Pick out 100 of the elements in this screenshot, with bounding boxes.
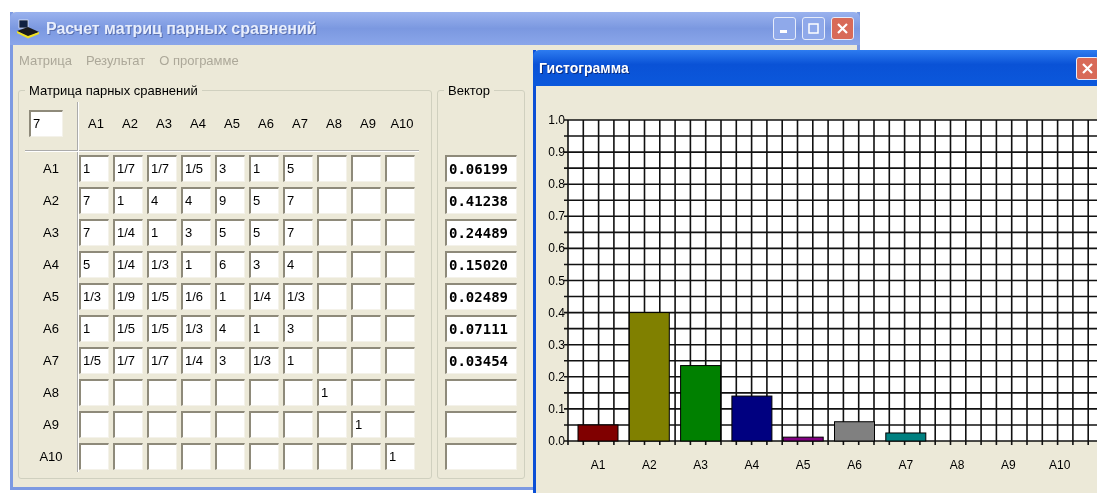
matrix-input-field[interactable] (147, 410, 177, 438)
matrix-input-field[interactable] (351, 346, 381, 374)
matrix-input-field[interactable]: 1/3 (147, 250, 177, 278)
matrix-input-field[interactable] (147, 378, 177, 406)
matrix-input-field[interactable] (249, 378, 279, 406)
matrix-input-field[interactable] (351, 250, 381, 278)
matrix-input-field[interactable]: 7 (79, 218, 109, 246)
matrix-input-field[interactable]: 1/3 (181, 314, 211, 342)
matrix-input-field[interactable] (317, 250, 347, 278)
matrix-input-field[interactable]: 1/9 (113, 282, 143, 310)
matrix-input-field[interactable]: 1 (79, 154, 109, 182)
matrix-input-field[interactable]: 5 (249, 186, 279, 214)
vector-value-field[interactable]: 0.24489 (445, 218, 517, 246)
matrix-input-field[interactable] (351, 218, 381, 246)
vector-value-field[interactable] (445, 410, 517, 438)
matrix-input-field[interactable]: 4 (283, 250, 313, 278)
matrix-input-field[interactable] (317, 442, 347, 470)
matrix-input-field[interactable]: 1 (79, 314, 109, 342)
close-button[interactable] (831, 17, 854, 40)
matrix-input-field[interactable]: 3 (215, 346, 245, 374)
matrix-input-field[interactable]: 7 (79, 186, 109, 214)
matrix-input-field[interactable]: 1 (249, 314, 279, 342)
vector-value-field[interactable]: 0.07111 (445, 314, 517, 342)
vector-value-field[interactable]: 0.03454 (445, 346, 517, 374)
matrix-input-field[interactable]: 1/3 (79, 282, 109, 310)
matrix-input-field[interactable] (317, 282, 347, 310)
matrix-input-field[interactable] (317, 314, 347, 342)
matrix-input-field[interactable]: 1/7 (147, 154, 177, 182)
matrix-input-field[interactable] (385, 250, 415, 278)
maximize-button[interactable] (802, 17, 825, 40)
matrix-input-field[interactable]: 4 (215, 314, 245, 342)
matrix-input-field[interactable] (113, 410, 143, 438)
matrix-input-field[interactable] (351, 378, 381, 406)
matrix-input-field[interactable]: 1/4 (249, 282, 279, 310)
matrix-input-field[interactable] (351, 314, 381, 342)
matrix-input-field[interactable] (385, 218, 415, 246)
matrix-input-field[interactable]: 1 (385, 442, 415, 470)
matrix-input-field[interactable] (385, 378, 415, 406)
matrix-input-field[interactable] (385, 154, 415, 182)
matrix-input-field[interactable]: 3 (283, 314, 313, 342)
matrix-input-field[interactable] (317, 346, 347, 374)
matrix-input-field[interactable]: 1 (113, 186, 143, 214)
matrix-input-field[interactable] (351, 154, 381, 182)
matrix-input-field[interactable] (385, 314, 415, 342)
matrix-input-field[interactable]: 1/4 (113, 250, 143, 278)
matrix-input-field[interactable]: 4 (147, 186, 177, 214)
matrix-input-field[interactable] (147, 442, 177, 470)
matrix-input-field[interactable] (113, 378, 143, 406)
matrix-input-field[interactable] (181, 378, 211, 406)
matrix-input-field[interactable] (215, 410, 245, 438)
matrix-input-field[interactable]: 1 (351, 410, 381, 438)
matrix-input-field[interactable]: 1/5 (113, 314, 143, 342)
matrix-input-field[interactable]: 1/4 (113, 218, 143, 246)
vector-value-field[interactable] (445, 442, 517, 470)
vector-value-field[interactable]: 0.41238 (445, 186, 517, 214)
matrix-input-field[interactable]: 9 (215, 186, 245, 214)
matrix-input-field[interactable]: 1/5 (147, 282, 177, 310)
matrix-input-field[interactable]: 1 (181, 250, 211, 278)
matrix-input-field[interactable]: 1/6 (181, 282, 211, 310)
matrix-input-field[interactable] (79, 378, 109, 406)
matrix-input-field[interactable] (215, 378, 245, 406)
matrix-input-field[interactable] (113, 442, 143, 470)
vector-value-field[interactable]: 0.02489 (445, 282, 517, 310)
matrix-input-field[interactable] (385, 346, 415, 374)
vector-value-field[interactable]: 0.06199 (445, 154, 517, 182)
matrix-input-field[interactable]: 3 (181, 218, 211, 246)
matrix-input-field[interactable]: 1/5 (181, 154, 211, 182)
matrix-input-field[interactable] (385, 410, 415, 438)
matrix-input-field[interactable]: 1/5 (147, 314, 177, 342)
matrix-input-field[interactable]: 1/4 (181, 346, 211, 374)
matrix-input-field[interactable]: 1/7 (113, 154, 143, 182)
matrix-input-field[interactable]: 5 (283, 154, 313, 182)
matrix-input-field[interactable]: 3 (215, 154, 245, 182)
matrix-input-field[interactable] (385, 282, 415, 310)
matrix-input-field[interactable] (351, 186, 381, 214)
vector-value-field[interactable]: 0.15020 (445, 250, 517, 278)
matrix-input-field[interactable] (317, 186, 347, 214)
matrix-input-field[interactable]: 1/7 (113, 346, 143, 374)
matrix-input-field[interactable]: 6 (215, 250, 245, 278)
matrix-input-field[interactable] (249, 410, 279, 438)
matrix-input-field[interactable] (79, 442, 109, 470)
matrix-input-field[interactable]: 3 (249, 250, 279, 278)
matrix-input-field[interactable]: 1 (283, 346, 313, 374)
matrix-input-field[interactable]: 1 (249, 154, 279, 182)
matrix-input-field[interactable] (351, 282, 381, 310)
matrix-input-field[interactable]: 4 (181, 186, 211, 214)
matrix-input-field[interactable] (317, 218, 347, 246)
matrix-input-field[interactable]: 1/5 (79, 346, 109, 374)
close-button[interactable] (1076, 56, 1097, 80)
matrix-input-field[interactable] (249, 442, 279, 470)
matrix-input-field[interactable] (317, 154, 347, 182)
matrix-input-field[interactable]: 1 (215, 282, 245, 310)
matrix-input-field[interactable]: 7 (283, 186, 313, 214)
matrix-input-field[interactable] (283, 378, 313, 406)
matrix-input-field[interactable] (181, 442, 211, 470)
matrix-input-field[interactable]: 1 (317, 378, 347, 406)
matrix-input-field[interactable] (351, 442, 381, 470)
matrix-input-field[interactable] (215, 442, 245, 470)
matrix-input-field[interactable]: 5 (79, 250, 109, 278)
matrix-input-field[interactable]: 5 (249, 218, 279, 246)
